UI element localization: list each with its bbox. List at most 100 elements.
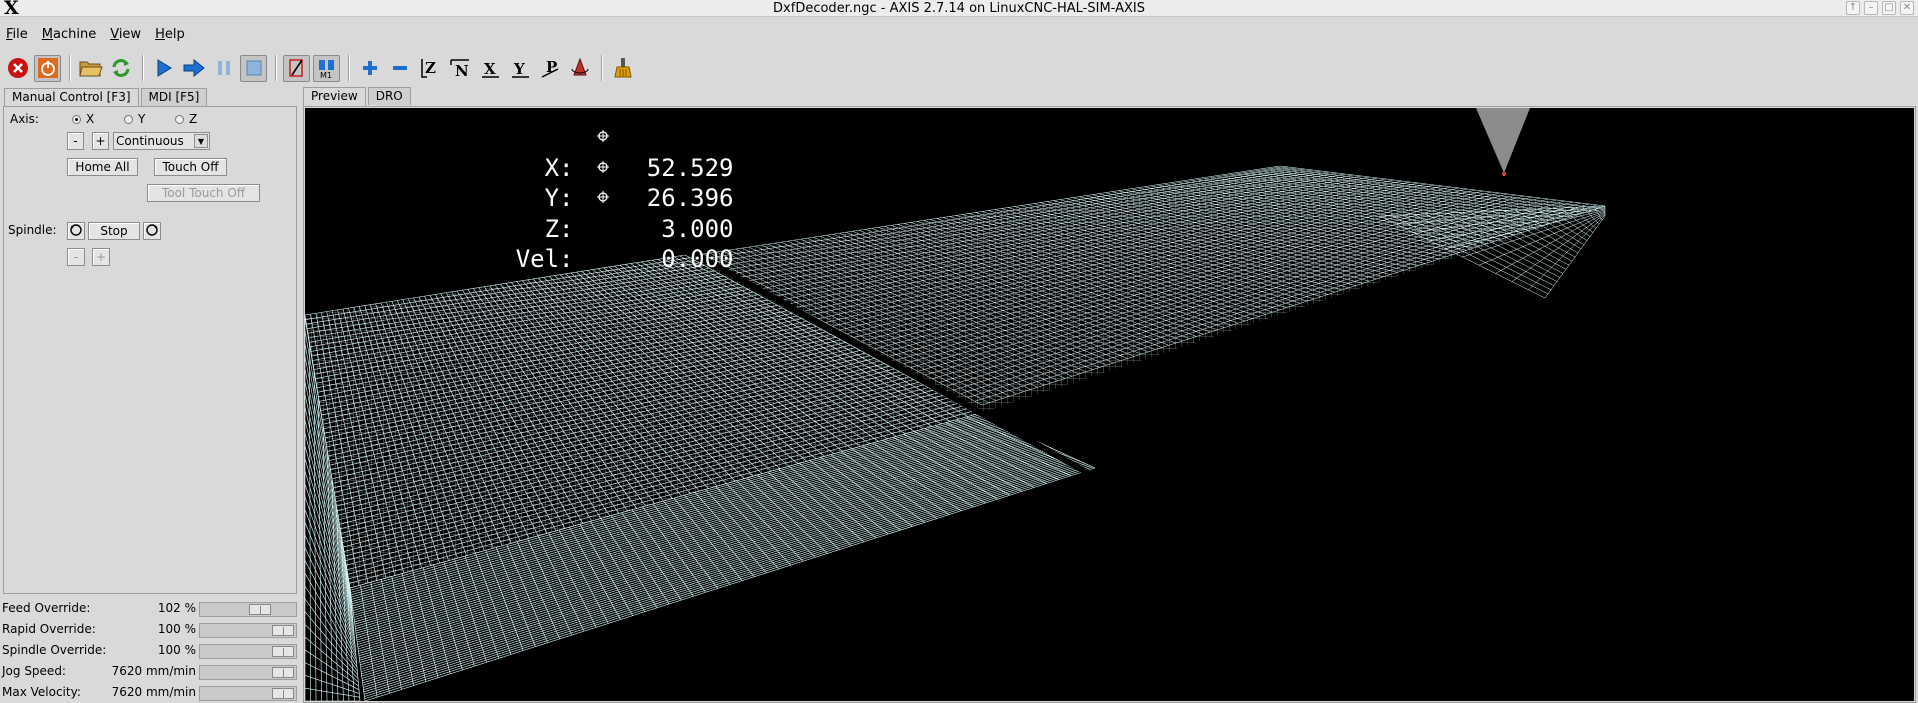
slider-thumb[interactable] [249, 604, 271, 615]
feed-override-value: 102 % [157, 601, 196, 615]
optional-stop-icon[interactable]: M1 [313, 54, 340, 82]
max-velocity-label: Max Velocity: [2, 685, 81, 699]
block-delete-icon[interactable] [283, 54, 310, 82]
home-all-button[interactable]: Home All [67, 158, 138, 176]
slider-thumb[interactable] [272, 667, 294, 678]
svg-text:X: X [484, 60, 496, 78]
spindle-override-row: Spindle Override: 100 % [2, 642, 297, 660]
menu-machine-label: achine [53, 27, 97, 42]
tab-mdi[interactable]: MDI [F5] [140, 88, 208, 106]
reload-icon[interactable] [107, 55, 134, 82]
menu-machine-mnemonic: M [41, 27, 53, 42]
view-x-icon[interactable]: X [476, 55, 503, 82]
up-icon[interactable]: ↑ [1846, 1, 1860, 15]
spindle-override-slider[interactable] [199, 644, 297, 659]
jog-increment-select[interactable]: Continuous ▼ [113, 132, 210, 150]
rapid-override-value: 100 % [157, 622, 196, 636]
toolbar: M1 Z N X Y P [4, 52, 639, 84]
menu-file-label: ile [12, 27, 28, 42]
menu-file[interactable]: File [0, 26, 36, 46]
spindle-override-value: 100 % [157, 643, 196, 657]
rapid-override-slider[interactable] [199, 623, 297, 638]
toolbar-separator [601, 55, 603, 81]
jog-speed-slider[interactable] [199, 665, 297, 680]
clear-plot-icon[interactable] [609, 55, 636, 82]
spindle-override-label: Spindle Override: [2, 643, 107, 657]
menu-view-label: iew [118, 27, 142, 42]
toolbar-separator [275, 55, 277, 81]
max-velocity-slider[interactable] [199, 686, 297, 701]
dro-value-vel: 0.000 [661, 245, 734, 273]
jog-minus-button[interactable]: - [67, 132, 84, 150]
view-y-icon[interactable]: Y [506, 55, 533, 82]
chevron-down-icon[interactable]: ▼ [194, 134, 208, 148]
menu-help[interactable]: Help [149, 26, 193, 46]
toolbar-separator [348, 55, 350, 81]
homed-icon [597, 130, 609, 142]
axis-label: Axis: [10, 112, 39, 126]
menu-help-label: elp [164, 27, 185, 42]
radio-indicator [175, 114, 184, 124]
svg-text:P: P [546, 58, 557, 76]
tool-tip [1502, 172, 1506, 176]
pause-icon[interactable] [210, 55, 237, 82]
radio-indicator [72, 114, 81, 124]
rotate-icon[interactable] [566, 55, 593, 82]
axis-radio-y-label: Y [138, 112, 146, 126]
window-controls: ↑ – □ ✕ [1846, 1, 1914, 15]
view-z-icon[interactable]: Z [416, 55, 443, 82]
menu-view-mnemonic: V [110, 27, 119, 42]
rapid-override-row: Rapid Override: 100 % [2, 621, 297, 639]
axis-radio-y[interactable]: Y [124, 112, 145, 126]
spindle-reverse-button[interactable] [67, 222, 85, 240]
touch-off-button[interactable]: Touch Off [154, 158, 227, 176]
spindle-label: Spindle: [8, 223, 57, 237]
step-icon[interactable] [180, 55, 207, 82]
stop-icon[interactable] [240, 54, 267, 82]
homed-icon [597, 191, 609, 203]
maximize-icon[interactable]: □ [1882, 1, 1896, 15]
slider-thumb[interactable] [272, 625, 294, 636]
run-icon[interactable] [150, 55, 177, 82]
machine-power-icon[interactable] [34, 54, 61, 82]
slider-thumb[interactable] [272, 646, 294, 657]
dro-row-z: Z: 3.000 [353, 183, 734, 243]
tab-dro[interactable]: DRO [367, 87, 411, 105]
toolpath-preview[interactable]: X: 52.529 Y: 26.396 Z: 3.000 Vel: 0.000 [305, 108, 1914, 701]
spindle-faster-button[interactable]: + [92, 248, 110, 266]
minimize-icon[interactable]: – [1864, 1, 1878, 15]
svg-text:N: N [455, 62, 469, 79]
max-velocity-value: 7620 mm/min [111, 685, 196, 699]
feed-override-row: Feed Override: 102 % [2, 600, 297, 618]
zoom-out-icon[interactable] [386, 55, 413, 82]
spindle-forward-button[interactable] [143, 222, 161, 240]
axis-radio-z-label: Z [189, 112, 198, 126]
title-bar: X DxfDecoder.ngc - AXIS 2.7.14 on LinuxC… [0, 0, 1918, 19]
estop-icon[interactable] [4, 55, 31, 82]
axis-window: X DxfDecoder.ngc - AXIS 2.7.14 on LinuxC… [0, 0, 1918, 703]
axis-radio-x[interactable]: X [72, 112, 94, 126]
menu-view[interactable]: View [104, 26, 149, 46]
close-icon[interactable]: ✕ [1900, 1, 1914, 15]
axis-radio-x-label: X [86, 112, 95, 126]
dro-row-x: X: 52.529 [353, 122, 734, 182]
open-file-icon[interactable] [77, 55, 104, 82]
dro-row-y: Y: 26.396 [353, 153, 734, 212]
tab-manual-control[interactable]: Manual Control [F3] [4, 88, 139, 107]
dro-overlay: X: 52.529 Y: 26.396 Z: 3.000 Vel: 0.000 [353, 122, 734, 273]
jog-speed-value: 7620 mm/min [111, 664, 196, 678]
feed-override-slider[interactable] [199, 602, 297, 617]
view-p-icon[interactable]: P [536, 55, 563, 82]
view-z2-icon[interactable]: N [446, 55, 473, 82]
slider-thumb[interactable] [272, 688, 294, 699]
spindle-stop-button[interactable]: Stop [88, 222, 140, 240]
axis-radio-z[interactable]: Z [175, 112, 197, 126]
menu-machine[interactable]: Machine [36, 26, 104, 46]
manual-control-panel: Axis: X Y Z - + Continuous ▼ Home All To… [3, 106, 297, 594]
jog-plus-button[interactable]: + [92, 132, 109, 150]
tool-touch-off-button[interactable]: Tool Touch Off [147, 184, 260, 202]
zoom-in-icon[interactable] [356, 55, 383, 82]
toolpath-line [305, 598, 358, 672]
tab-preview[interactable]: Preview [303, 87, 366, 106]
spindle-slower-button[interactable]: - [67, 248, 85, 266]
